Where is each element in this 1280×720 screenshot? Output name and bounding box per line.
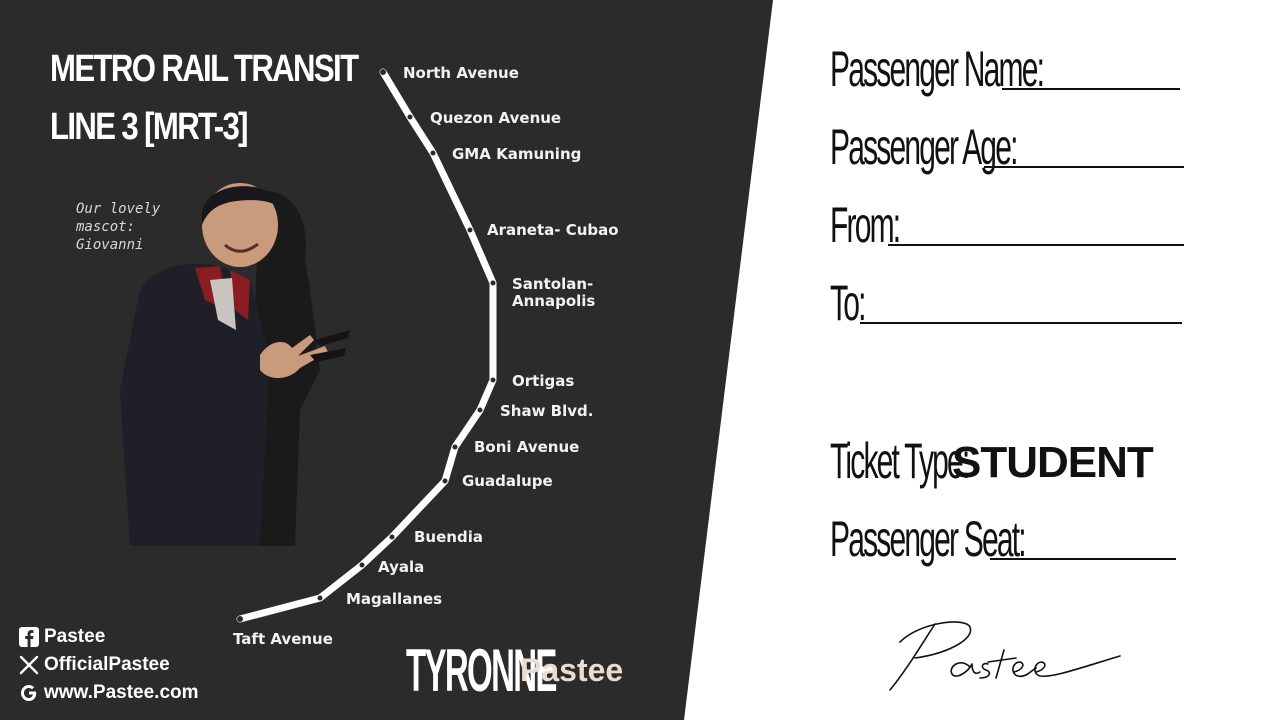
signature-pastee [889, 621, 1121, 691]
station-ortigas: Ortigas [512, 372, 575, 390]
passenger-seat-line[interactable] [990, 558, 1176, 560]
social-x[interactable]: OfficialPastee [18, 654, 170, 676]
x-handle: OfficialPastee [44, 654, 170, 675]
from-line[interactable] [888, 244, 1184, 246]
from-field[interactable]: From: [830, 192, 1190, 252]
station-taft-avenue: Taft Avenue [233, 630, 333, 648]
passenger-age-field[interactable]: Passenger Age: [830, 114, 1190, 174]
station-dot [317, 595, 323, 601]
station-dot [477, 407, 483, 413]
station-dot [442, 478, 448, 484]
station-boni-avenue: Boni Avenue [474, 438, 580, 456]
google-icon [21, 685, 37, 701]
station-dot [467, 227, 473, 233]
station-shaw-blvd: Shaw Blvd. [500, 402, 594, 420]
facebook-icon [19, 627, 39, 647]
social-facebook[interactable]: Pastee [18, 626, 105, 648]
website-link: www.Pastee.com [44, 682, 199, 703]
station-dot [430, 150, 436, 156]
ticket-type-label: Ticket Type: [830, 433, 970, 489]
x-icon [19, 655, 39, 675]
station-dot [490, 377, 496, 383]
station-dot [407, 114, 413, 120]
station-guadalupe: Guadalupe [462, 472, 553, 490]
station-ayala: Ayala [378, 558, 425, 576]
station-dot [237, 616, 243, 622]
station-dot [389, 534, 395, 540]
passenger-name-field[interactable]: Passenger Name: [830, 36, 1190, 96]
social-website[interactable]: www.Pastee.com [18, 682, 199, 704]
station-magallanes: Magallanes [346, 590, 443, 608]
station-gma-kamuning: GMA Kamuning [452, 145, 582, 163]
to-field[interactable]: To: [830, 270, 1190, 330]
passenger-seat-field[interactable]: Passenger Seat: [830, 506, 1190, 566]
station-dot [380, 69, 386, 75]
station-quezon-avenue: Quezon Avenue [430, 109, 562, 127]
station-dot [359, 562, 365, 568]
passenger-name-line[interactable] [1002, 88, 1180, 90]
station-dot [490, 280, 496, 286]
ticket-page: METRO RAIL TRANSIT LINE 3 [MRT-3] Our lo… [0, 0, 1280, 720]
station-araneta-cubao: Araneta- Cubao [487, 221, 619, 239]
station-dot [452, 444, 458, 450]
brand-name-pastee: Pastee [520, 652, 624, 688]
station-north-avenue: North Avenue [403, 64, 519, 82]
station-buendia: Buendia [414, 528, 483, 546]
facebook-handle: Pastee [44, 626, 106, 647]
station-santolan-annapolis: Santolan- Annapolis [512, 275, 596, 310]
ticket-type-field: Ticket Type: [830, 428, 970, 488]
passenger-age-line[interactable] [984, 166, 1184, 168]
ticket-type-value: STUDENT [952, 438, 1154, 487]
to-line[interactable] [860, 322, 1182, 324]
